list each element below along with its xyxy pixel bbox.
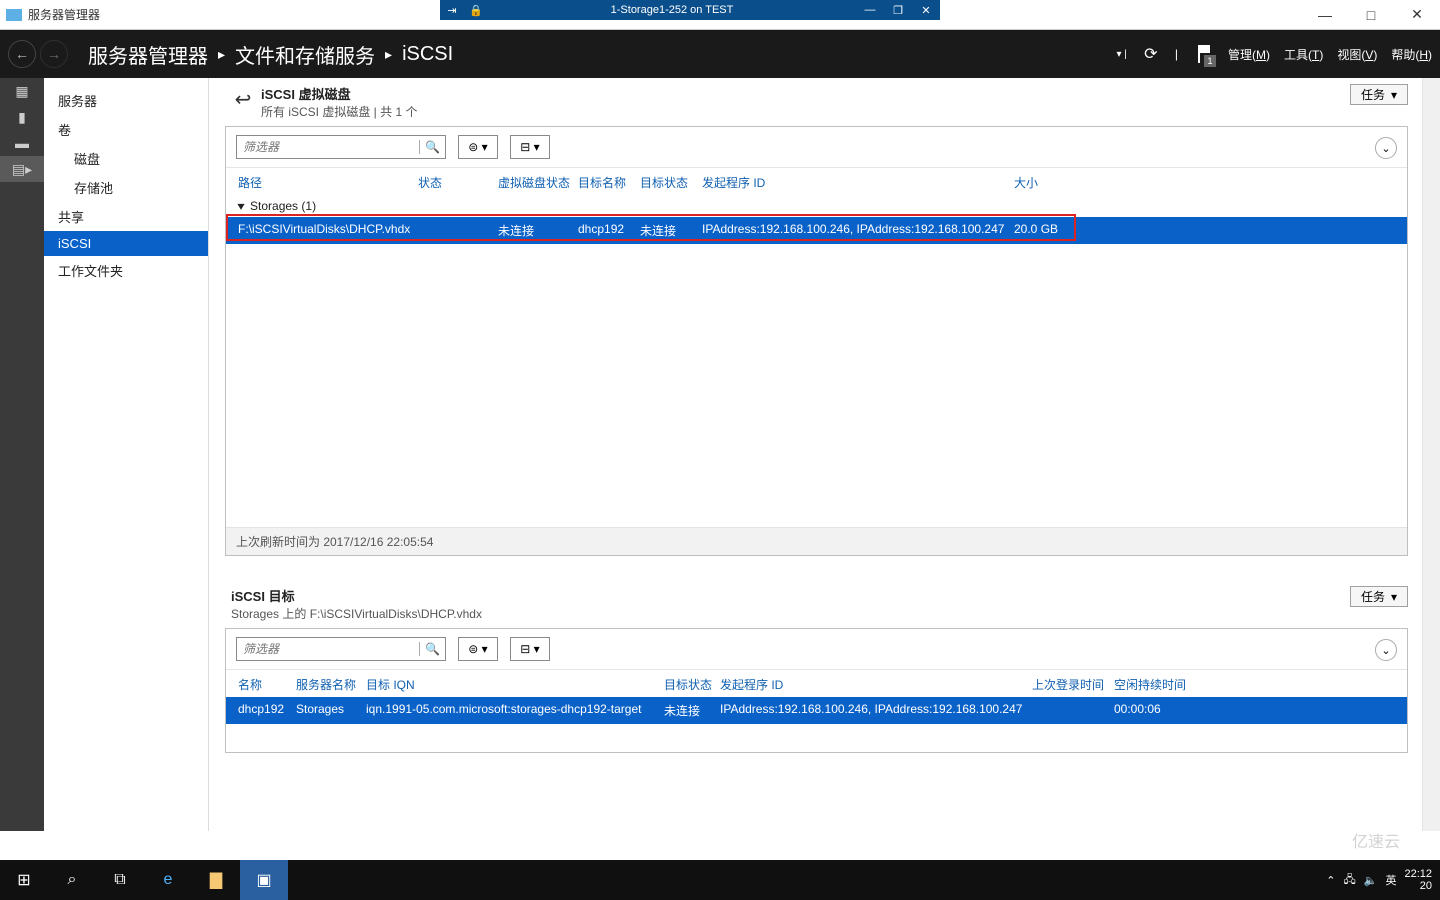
rdp-minimize-button[interactable]: —: [856, 4, 884, 17]
view-options-button[interactable]: ⊜ ▾: [458, 135, 498, 159]
explorer-icon[interactable]: ▇: [192, 860, 240, 900]
forward-button[interactable]: →: [40, 40, 68, 68]
ie-icon[interactable]: e: [144, 860, 192, 900]
vdisks-footer: 上次刷新时间为 2017/12/16 22:05:54: [226, 527, 1407, 555]
collapse-toggle[interactable]: ⌄: [1375, 137, 1397, 159]
separator: |: [1175, 47, 1178, 61]
search-icon[interactable]: 🔍: [419, 642, 445, 656]
main-scrollbar[interactable]: [1422, 78, 1440, 831]
outer-maximize-button[interactable]: □: [1348, 0, 1394, 30]
sidebar-item-servers[interactable]: 服务器: [44, 86, 208, 115]
crumb-root[interactable]: 服务器管理器: [88, 40, 208, 69]
search-button[interactable]: ⌕: [48, 860, 96, 900]
col-status[interactable]: 状态: [414, 174, 494, 191]
panel-targets-title: iSCSI 目标: [231, 586, 482, 605]
taskbar: ⊞ ⌕ ⧉ e ▇ ▣ ⌃ 🖧 🔈 英 22:12 20: [0, 860, 1440, 900]
sidebar-item-workfolders[interactable]: 工作文件夹: [44, 256, 208, 285]
tray-time[interactable]: 22:12: [1404, 868, 1432, 880]
notifications-flag-icon[interactable]: 1: [1192, 43, 1214, 65]
col-idle[interactable]: 空闲持续时间: [1110, 676, 1200, 693]
view-options-button-targets[interactable]: ⊜ ▾: [458, 637, 498, 661]
chevron-down-icon: ▾: [1391, 590, 1397, 604]
sidebar-item-volumes[interactable]: 卷: [44, 115, 208, 144]
tray-volume-icon[interactable]: 🔈: [1364, 874, 1378, 887]
rdp-connection-bar[interactable]: ⇥ 🔒 1-Storage1-252 on TEST — ❐ ✕: [440, 0, 940, 20]
search-icon[interactable]: 🔍: [419, 140, 445, 154]
strip-servers-icon[interactable]: ▮: [0, 104, 44, 130]
sidebar-item-disks[interactable]: 磁盘: [44, 144, 208, 173]
tray-network-icon[interactable]: 🖧: [1344, 871, 1356, 890]
breadcrumb-dropdown-icon[interactable]: ▾ |: [1116, 49, 1126, 60]
virtual-disks-panel: ⌄ 🔍 ⊜ ▾ ⊟ ▾ 路径 状态 虚拟磁盘状态 目标名称 目标状态 发起程序 …: [225, 126, 1408, 556]
rdp-restore-button[interactable]: ❐: [884, 4, 912, 17]
menu-help[interactable]: 帮助(H): [1391, 46, 1432, 63]
filter-input-vdisks[interactable]: [237, 140, 419, 154]
app-header: ← → 服务器管理器▸ 文件和存储服务▸ iSCSI ▾ | ⟳ | 1 管理(…: [0, 30, 1440, 78]
panel-virtual-disks-title: iSCSI 虚拟磁盘: [261, 84, 417, 103]
menu-manage[interactable]: 管理(M): [1228, 46, 1270, 63]
filter-input-wrap: 🔍: [236, 135, 446, 159]
panel-targets-subtitle: Storages 上的 F:\iSCSIVirtualDisks\DHCP.vh…: [231, 605, 482, 622]
col-target-name[interactable]: 目标名称: [574, 174, 636, 191]
target-row[interactable]: dhcp192 Storages iqn.1991-05.com.microso…: [226, 697, 1407, 724]
strip-all-icon[interactable]: ▬: [0, 130, 44, 156]
col-iqn[interactable]: 目标 IQN: [362, 676, 660, 693]
refresh-icon[interactable]: ⟳: [1141, 44, 1161, 64]
app-icon: [6, 9, 22, 21]
filter-input-targets[interactable]: [237, 642, 419, 656]
watermark: 亿速云: [1342, 826, 1410, 854]
server-manager-taskbar-icon[interactable]: ▣: [240, 860, 288, 900]
crumb-iscsi[interactable]: iSCSI: [402, 43, 453, 66]
crumb-fileservices[interactable]: 文件和存储服务: [235, 40, 375, 69]
strip-dashboard-icon[interactable]: ▦: [0, 78, 44, 104]
menu-view[interactable]: 视图(V): [1337, 46, 1377, 63]
save-query-button[interactable]: ⊟ ▾: [510, 135, 550, 159]
col-size[interactable]: 大小: [1010, 174, 1080, 191]
strip-storage-icon[interactable]: ▤▸: [0, 156, 44, 182]
col-name[interactable]: 名称: [234, 676, 292, 693]
col-target-status[interactable]: 目标状态: [636, 174, 698, 191]
targets-columns: 名称 服务器名称 目标 IQN 目标状态 发起程序 ID 上次登录时间 空闲持续…: [226, 670, 1407, 697]
save-query-button-targets[interactable]: ⊟ ▾: [510, 637, 550, 661]
col-initiator2[interactable]: 发起程序 ID: [716, 676, 1028, 693]
chevron-down-icon: ▾: [1391, 88, 1397, 102]
outer-close-button[interactable]: ✕: [1394, 0, 1440, 30]
panel-virtual-disks-subtitle: 所有 iSCSI 虚拟磁盘 | 共 1 个: [261, 103, 417, 120]
tray-up-icon[interactable]: ⌃: [1326, 874, 1335, 887]
tasks-dropdown-vdisks[interactable]: 任务▾: [1350, 84, 1408, 105]
outer-minimize-button[interactable]: —: [1302, 0, 1348, 30]
col-target-status2[interactable]: 目标状态: [660, 676, 716, 693]
col-initiator[interactable]: 发起程序 ID: [698, 174, 1010, 191]
sidebar-item-pools[interactable]: 存储池: [44, 173, 208, 202]
taskview-button[interactable]: ⧉: [96, 860, 144, 900]
col-path[interactable]: 路径: [234, 174, 414, 191]
tray-date: 20: [1404, 880, 1432, 892]
sidebar-item-shares[interactable]: 共享: [44, 202, 208, 231]
group-storages[interactable]: ▾Storages (1): [226, 195, 1407, 217]
vdisk-row[interactable]: F:\iSCSIVirtualDisks\DHCP.vhdx 未连接 dhcp1…: [226, 217, 1407, 244]
col-server[interactable]: 服务器名称: [292, 676, 362, 693]
window-title: 服务器管理器: [28, 6, 100, 23]
start-button[interactable]: ⊞: [0, 860, 48, 900]
left-icon-strip: ▦ ▮ ▬ ▤▸: [0, 78, 44, 831]
tasks-dropdown-targets[interactable]: 任务▾: [1350, 586, 1408, 607]
pin-icon[interactable]: ⇥: [440, 4, 464, 17]
col-vdisk-status[interactable]: 虚拟磁盘状态: [494, 174, 574, 191]
rdp-title: 1-Storage1-252 on TEST: [488, 4, 856, 16]
vdisks-columns: 路径 状态 虚拟磁盘状态 目标名称 目标状态 发起程序 ID 大小: [226, 168, 1407, 195]
panel-back-icon[interactable]: ↩: [225, 84, 261, 114]
filter-input-wrap-targets: 🔍: [236, 637, 446, 661]
collapse-toggle-targets[interactable]: ⌄: [1375, 639, 1397, 661]
sidebar-item-iscsi[interactable]: iSCSI: [44, 231, 208, 256]
col-last-login[interactable]: 上次登录时间: [1028, 676, 1110, 693]
menu-tools[interactable]: 工具(T): [1284, 46, 1323, 63]
breadcrumb: 服务器管理器▸ 文件和存储服务▸ iSCSI: [88, 40, 453, 69]
rdp-close-button[interactable]: ✕: [912, 4, 940, 17]
tray-ime[interactable]: 英: [1385, 872, 1396, 888]
targets-panel: ⌄ 🔍 ⊜ ▾ ⊟ ▾ 名称 服务器名称 目标 IQN 目标状态 发起程序 ID…: [225, 628, 1408, 753]
sidebar: 服务器 卷 磁盘 存储池 共享 iSCSI 工作文件夹: [44, 78, 209, 831]
back-button[interactable]: ←: [8, 40, 36, 68]
lock-icon: 🔒: [464, 4, 488, 17]
